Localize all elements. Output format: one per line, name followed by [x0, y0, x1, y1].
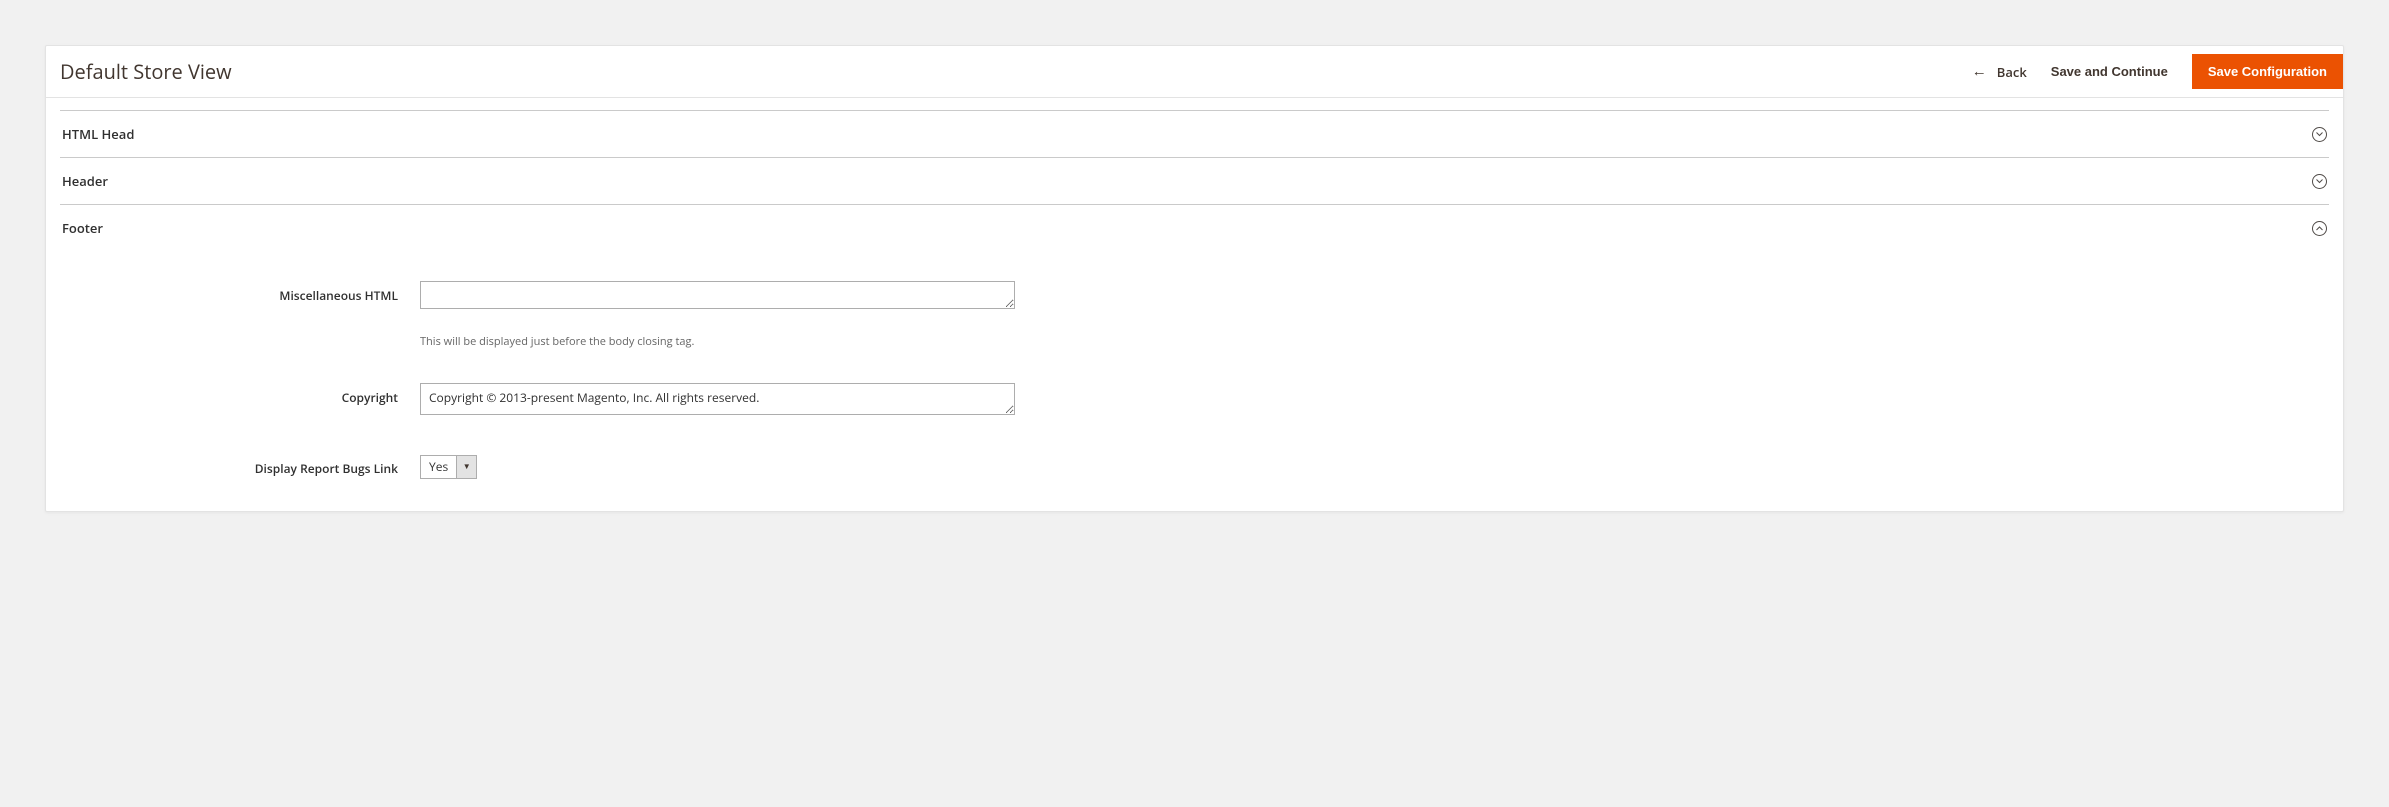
- section-footer[interactable]: Footer: [60, 205, 2329, 251]
- back-button[interactable]: ← Back: [1972, 63, 2027, 81]
- chevron-down-icon: [2312, 174, 2327, 189]
- save-and-continue-button[interactable]: Save and Continue: [2051, 64, 2168, 79]
- hint-spacer: [60, 322, 420, 328]
- misc-html-field-wrap: [420, 281, 1015, 314]
- chevron-up-icon: [2312, 221, 2327, 236]
- form-row-misc-html-hint: This will be displayed just before the b…: [60, 322, 2329, 349]
- page-actions: ← Back Save and Continue Save Configurat…: [1972, 54, 2343, 89]
- content-area: HTML Head Header Footer Miscellaneous HT…: [46, 110, 2343, 511]
- chevron-down-icon: [2312, 127, 2327, 142]
- report-bugs-value: Yes: [421, 456, 456, 478]
- section-html-head[interactable]: HTML Head: [60, 111, 2329, 158]
- report-bugs-field-wrap: Yes ▼: [420, 454, 1015, 479]
- misc-html-label: Miscellaneous HTML: [60, 281, 420, 304]
- save-configuration-button[interactable]: Save Configuration: [2192, 54, 2343, 89]
- misc-html-hint: This will be displayed just before the b…: [420, 334, 1015, 349]
- form-row-report-bugs: Display Report Bugs Link Yes ▼: [60, 454, 2329, 479]
- copyright-textarea[interactable]: [420, 383, 1015, 415]
- page-container: Default Store View ← Back Save and Conti…: [45, 45, 2344, 512]
- section-title: HTML Head: [62, 125, 134, 143]
- page-header: Default Store View ← Back Save and Conti…: [46, 46, 2343, 98]
- back-label: Back: [1997, 63, 2027, 81]
- copyright-field-wrap: [420, 383, 1015, 420]
- section-title: Footer: [62, 219, 103, 237]
- section-header[interactable]: Header: [60, 158, 2329, 205]
- arrow-left-icon: ←: [1972, 64, 1987, 79]
- misc-html-hint-wrap: This will be displayed just before the b…: [420, 322, 1015, 349]
- section-title: Header: [62, 172, 108, 190]
- page-title: Default Store View: [60, 58, 232, 85]
- report-bugs-label: Display Report Bugs Link: [60, 454, 420, 477]
- form-row-misc-html: Miscellaneous HTML: [60, 281, 2329, 314]
- caret-down-icon: ▼: [456, 456, 476, 478]
- report-bugs-select[interactable]: Yes ▼: [420, 455, 477, 479]
- form-row-copyright: Copyright: [60, 383, 2329, 420]
- copyright-label: Copyright: [60, 383, 420, 406]
- misc-html-textarea[interactable]: [420, 281, 1015, 309]
- footer-form: Miscellaneous HTML This will be displaye…: [60, 251, 2329, 479]
